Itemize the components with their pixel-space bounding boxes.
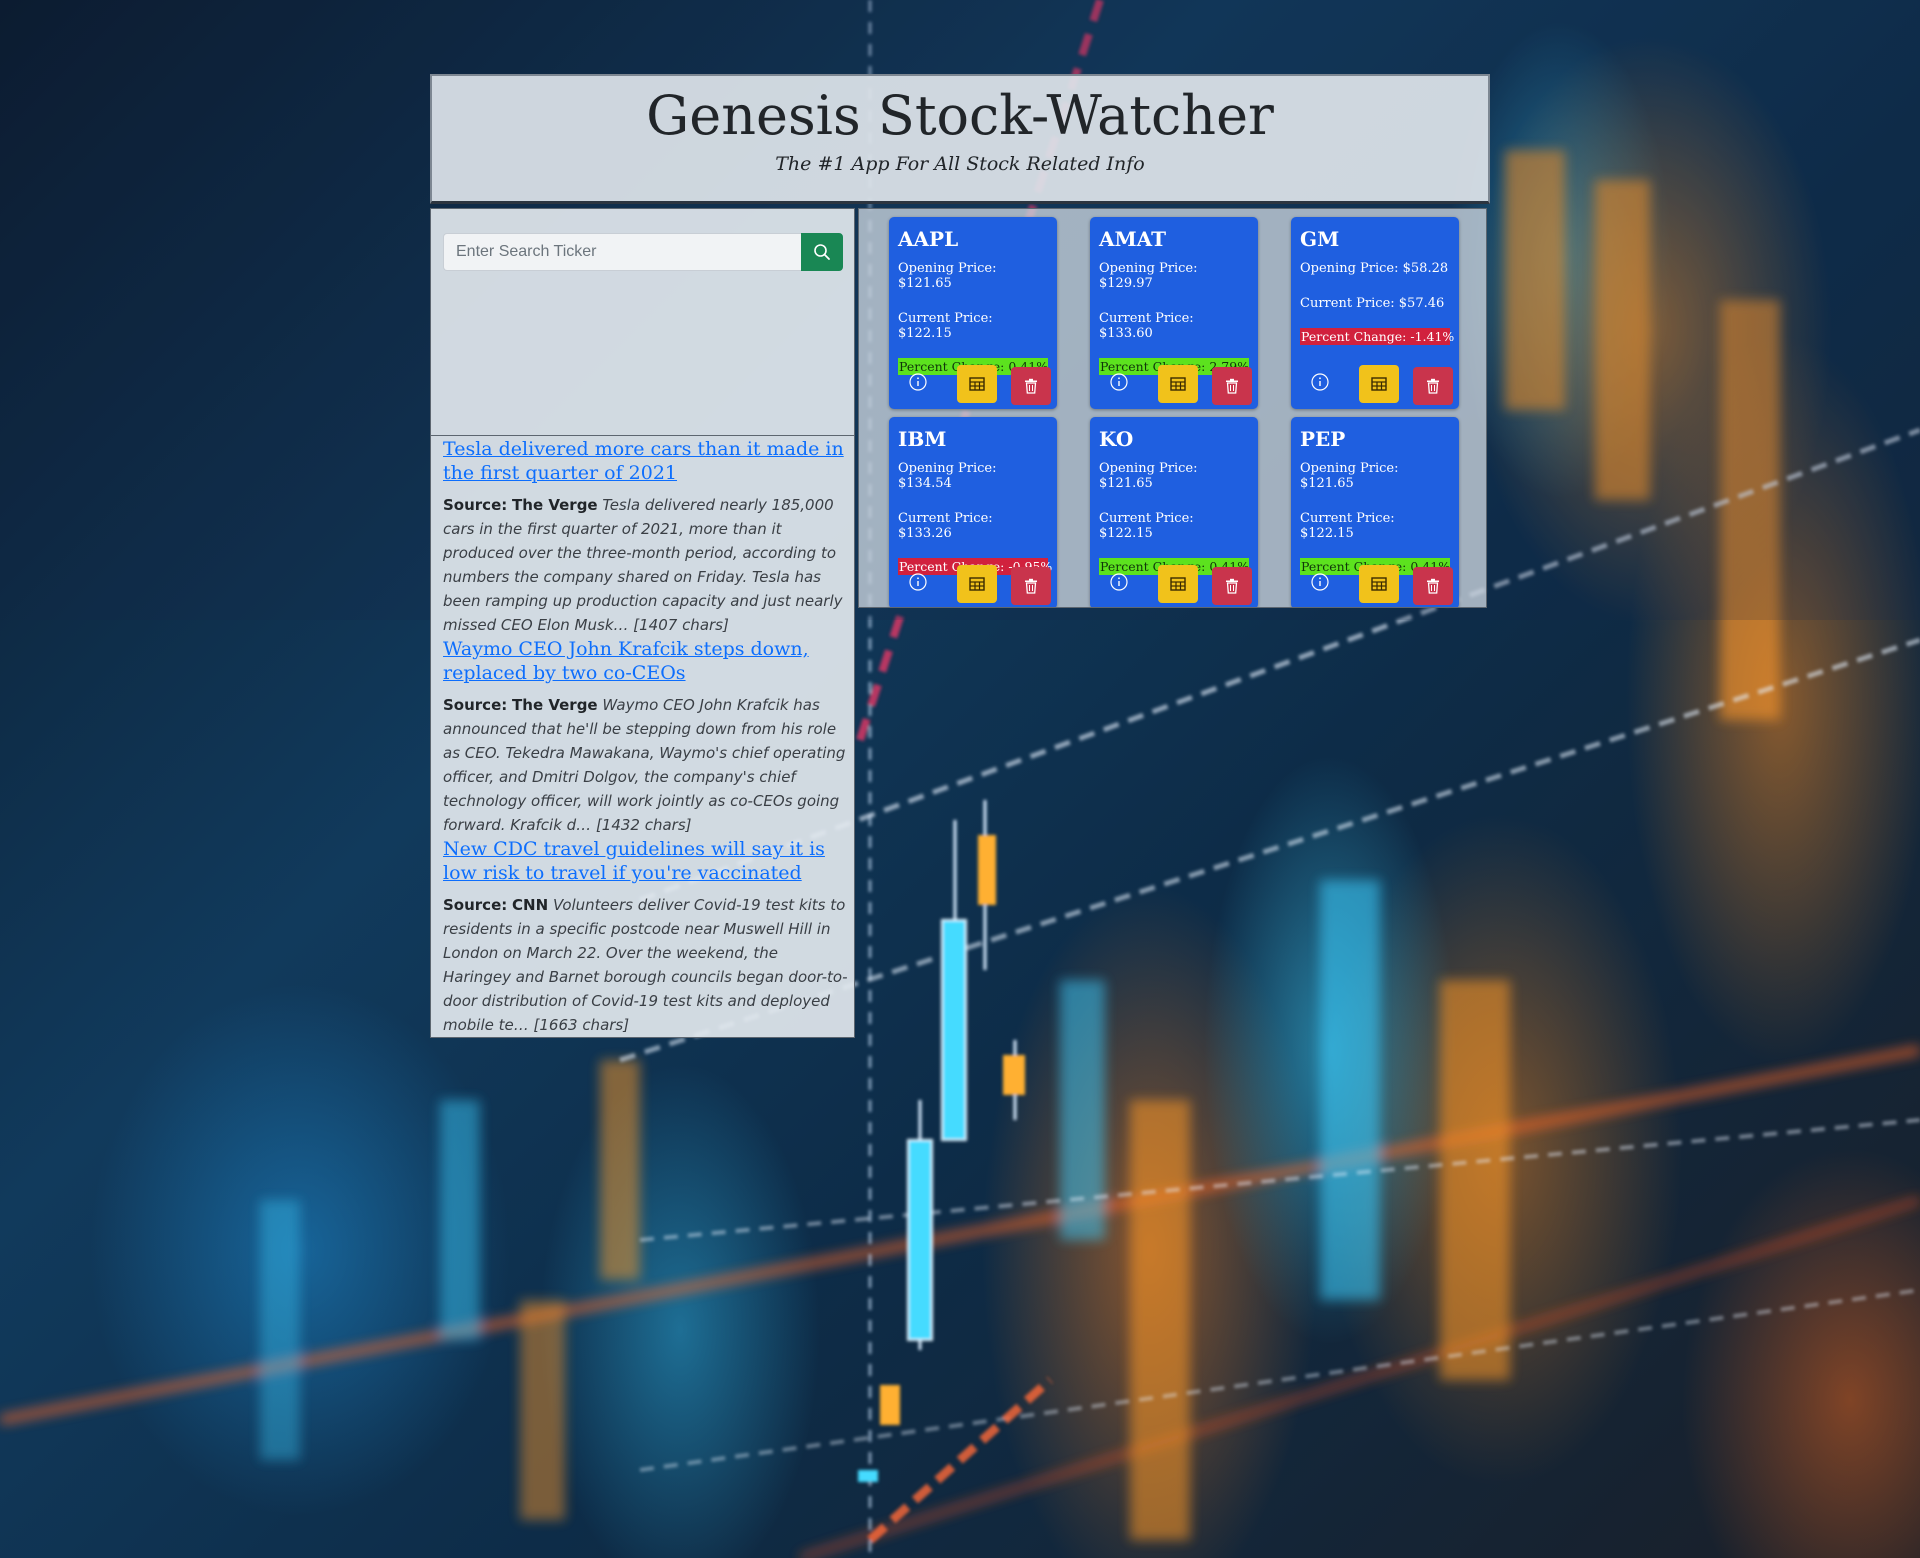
opening-price: Opening Price: $121.65 [1300,461,1399,491]
current-price: Current Price: $122.15 [1300,511,1395,541]
app-header: Genesis Stock-Watcher The #1 App For All… [430,74,1490,204]
opening-price: Opening Price: $134.54 [898,461,997,491]
stock-card-amat: AMAT Opening Price: $129.97 Current Pric… [1090,217,1258,409]
info-icon [1311,573,1329,591]
chart-icon [1371,377,1387,391]
news-source-label: Source: [443,896,508,914]
stock-card-gm: GM Opening Price: $58.28 Current Price: … [1291,217,1459,409]
stock-ticker: AMAT [1099,227,1166,251]
chart-icon [969,577,985,591]
chart-icon [1170,377,1186,391]
search-button[interactable] [801,233,843,271]
app-title: Genesis Stock-Watcher [646,84,1274,147]
opening-price: Opening Price: $121.65 [1099,461,1198,491]
info-icon [909,573,927,591]
news-headline-link[interactable]: Tesla delivered more cars than it made i… [443,437,848,485]
chart-button[interactable] [1158,365,1198,403]
news-headline-link[interactable]: New CDC travel guidelines will say it is… [443,837,848,885]
delete-button[interactable] [1413,567,1453,605]
news-article: Waymo CEO John Krafcik steps down, repla… [443,637,848,837]
delete-button[interactable] [1011,367,1051,405]
chart-button[interactable] [1158,565,1198,603]
current-price: Current Price: $122.15 [1099,511,1194,541]
info-button[interactable] [1108,571,1130,593]
news-list: Tesla delivered more cars than it made i… [443,437,848,1037]
trash-icon [1025,578,1037,594]
card-actions [1090,365,1258,405]
news-description: Waymo CEO John Krafcik has announced tha… [443,696,846,834]
card-actions [1291,365,1459,405]
info-button[interactable] [907,571,929,593]
news-article: Tesla delivered more cars than it made i… [443,437,848,637]
trash-icon [1427,578,1439,594]
delete-button[interactable] [1413,367,1453,405]
search-icon [814,244,830,260]
opening-price: Opening Price: $129.97 [1099,261,1198,291]
chart-button[interactable] [957,365,997,403]
opening-price: Opening Price: $121.65 [898,261,997,291]
info-button[interactable] [1108,371,1130,393]
trash-icon [1427,378,1439,394]
chart-button[interactable] [957,565,997,603]
chart-icon [1371,577,1387,591]
news-description: Volunteers deliver Covid-19 test kits to… [443,896,848,1034]
app-subtitle: The #1 App For All Stock Related Info [775,152,1145,175]
percent-change: Percent Change: -1.41% [1300,328,1455,345]
news-source: The Verge [512,696,598,714]
info-icon [1110,373,1128,391]
news-panel: Tesla delivered more cars than it made i… [430,208,855,1038]
info-button[interactable] [907,371,929,393]
stock-card-aapl: AAPL Opening Price: $121.65 Current Pric… [889,217,1057,409]
stock-ticker: KO [1099,427,1134,451]
card-actions [1090,565,1258,605]
stock-ticker: GM [1300,227,1340,251]
info-button[interactable] [1309,371,1331,393]
card-actions [889,565,1057,605]
stock-ticker: IBM [898,427,947,451]
stock-card-ibm: IBM Opening Price: $134.54 Current Price… [889,417,1057,607]
stock-card-pep: PEP Opening Price: $121.65 Current Price… [1291,417,1459,607]
news-source: The Verge [512,496,598,514]
chart-button[interactable] [1359,565,1399,603]
info-button[interactable] [1309,571,1331,593]
info-icon [1311,373,1329,391]
news-summary: Source: CNN Volunteers deliver Covid-19 … [443,893,848,1037]
news-source-label: Source: [443,496,508,514]
info-icon [1110,573,1128,591]
trash-icon [1226,378,1238,394]
current-price: Current Price: $122.15 [898,311,993,341]
info-icon [909,373,927,391]
delete-button[interactable] [1011,567,1051,605]
news-source-label: Source: [443,696,508,714]
trash-icon [1226,578,1238,594]
stock-ticker: PEP [1300,427,1346,451]
trash-icon [1025,378,1037,394]
card-actions [1291,565,1459,605]
watchlist-panel: AAPL Opening Price: $121.65 Current Pric… [858,208,1487,608]
news-source: CNN [512,896,549,914]
chart-icon [1170,577,1186,591]
opening-price: Opening Price: $58.28 [1300,261,1449,276]
search-input[interactable] [443,233,801,271]
chart-icon [969,377,985,391]
stock-ticker: AAPL [898,227,959,251]
chart-button[interactable] [1359,365,1399,403]
current-price: Current Price: $57.46 [1300,296,1445,311]
delete-button[interactable] [1212,367,1252,405]
news-headline-link[interactable]: Waymo CEO John Krafcik steps down, repla… [443,637,848,685]
news-summary: Source: The Verge Tesla delivered nearly… [443,493,848,637]
news-description: Tesla delivered nearly 185,000 cars in t… [443,496,843,634]
delete-button[interactable] [1212,567,1252,605]
search-bar [443,233,843,271]
current-price: Current Price: $133.60 [1099,311,1194,341]
news-summary: Source: The Verge Waymo CEO John Krafcik… [443,693,848,837]
news-article: New CDC travel guidelines will say it is… [443,837,848,1037]
current-price: Current Price: $133.26 [898,511,993,541]
news-divider [431,435,854,436]
stock-card-ko: KO Opening Price: $121.65 Current Price:… [1090,417,1258,607]
card-actions [889,365,1057,405]
